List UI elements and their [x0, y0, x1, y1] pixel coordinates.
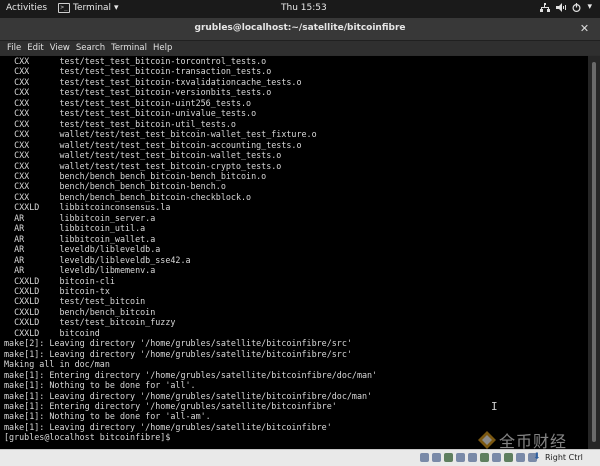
power-icon	[572, 2, 581, 12]
mouse-ibeam-cursor-icon: I	[491, 400, 498, 413]
chevron-down-icon: ▾	[114, 3, 119, 13]
terminal-window: grubles@localhost:~/satellite/bitcoinfib…	[0, 18, 600, 449]
watermark-logo-icon	[478, 431, 496, 449]
terminal-line: AR leveldb/libleveldb.a	[4, 244, 161, 255]
audio-icon[interactable]	[444, 453, 453, 462]
terminal-line: AR libbitcoin_util.a	[4, 223, 146, 234]
terminal-line: CXXLD bench/bench_bitcoin	[4, 306, 156, 317]
menu-search[interactable]: Search	[73, 41, 108, 55]
system-tray[interactable]: ▾	[540, 2, 592, 12]
terminal-line: CXX wallet/test/test_test_bitcoin-wallet…	[4, 129, 317, 140]
vbox-status-bar: ⬇ Right Ctrl	[0, 449, 600, 466]
menu-terminal[interactable]: Terminal	[108, 41, 150, 55]
host-key-label: Right Ctrl	[545, 453, 583, 462]
terminal-line: Making all in doc/man	[4, 359, 110, 370]
gnome-top-bar: Activities >_ Terminal ▾ Thu 15:53 ▾	[0, 0, 600, 18]
terminal-line: CXX wallet/test/test_test_bitcoin-wallet…	[4, 150, 282, 161]
menu-bar: File Edit View Search Terminal Help	[0, 41, 600, 55]
terminal-line: CXX bench/bench_bench_bitcoin-checkblock…	[4, 191, 252, 202]
cpu-icon[interactable]	[516, 453, 525, 462]
menu-view[interactable]: View	[47, 41, 73, 55]
keyboard-capture-icon[interactable]: ⬇	[533, 452, 541, 462]
terminal-line: CXX test/test_test_bitcoin-torcontrol_te…	[4, 56, 267, 66]
terminal-line: CXX test/test_test_bitcoin-transaction_t…	[4, 66, 272, 77]
app-menu-label: Terminal	[73, 3, 112, 13]
scrollbar-thumb[interactable]	[592, 62, 596, 442]
tray-chevron-down-icon: ▾	[587, 2, 592, 12]
terminal-line: CXX bench/bench_bench_bitcoin-bench.o	[4, 181, 226, 192]
terminal-line: make[1]: Leaving directory '/home/gruble…	[4, 421, 332, 432]
terminal-line: CXX wallet/test/test_test_bitcoin-crypto…	[4, 160, 282, 171]
hard-disk-icon[interactable]	[420, 453, 429, 462]
terminal-line: make[1]: Nothing to be done for 'all-am'…	[4, 411, 211, 422]
terminal-line: AR libbitcoin_server.a	[4, 212, 156, 223]
window-titlebar[interactable]: grubles@localhost:~/satellite/bitcoinfib…	[0, 18, 600, 41]
app-menu[interactable]: >_ Terminal ▾	[58, 3, 119, 13]
terminal-line: CXXLD bitcoin-cli	[4, 275, 115, 286]
menu-help[interactable]: Help	[150, 41, 175, 55]
terminal-line: make[1]: Leaving directory '/home/gruble…	[4, 390, 373, 401]
terminal-line: make[1]: Nothing to be done for 'all'.	[4, 380, 196, 391]
terminal-app-icon: >_	[58, 3, 70, 13]
terminal-line: [grubles@localhost bitcoinfibre]$	[4, 432, 176, 443]
terminal-line: AR leveldb/libleveldb_sse42.a	[4, 254, 191, 265]
terminal-text[interactable]: CXX test/test_test_bitcoin-torcontrol_te…	[0, 56, 588, 443]
terminal-line: make[1]: Entering directory '/home/grubl…	[4, 369, 378, 380]
window-title: grubles@localhost:~/satellite/bitcoinfib…	[194, 23, 406, 33]
terminal-line: make[1]: Leaving directory '/home/gruble…	[4, 348, 352, 359]
terminal-line: CXXLD bitcoind	[4, 327, 100, 338]
terminal-line: CXXLD test/test_bitcoin	[4, 296, 146, 307]
clock[interactable]: Thu 15:53	[281, 3, 327, 13]
terminal-line: CXX bench/bench_bench_bitcoin-bench_bitc…	[4, 170, 267, 181]
terminal-output[interactable]: CXX test/test_test_bitcoin-torcontrol_te…	[0, 56, 588, 449]
network-adapter-icon[interactable]	[456, 453, 465, 462]
usb-icon[interactable]	[468, 453, 477, 462]
menu-edit[interactable]: Edit	[24, 41, 46, 55]
network-icon	[540, 2, 551, 12]
terminal-line: CXXLD bitcoin-tx	[4, 285, 110, 296]
terminal-line: CXX test/test_test_bitcoin-univalue_test…	[4, 108, 257, 119]
optical-drive-icon[interactable]	[432, 453, 441, 462]
volume-icon	[556, 2, 567, 12]
terminal-line: AR libbitcoin_wallet.a	[4, 233, 156, 244]
display-icon[interactable]	[492, 453, 501, 462]
terminal-line: make[2]: Leaving directory '/home/gruble…	[4, 338, 352, 349]
terminal-line: CXX test/test_test_bitcoin-uint256_tests…	[4, 97, 252, 108]
terminal-line: make[1]: Entering directory '/home/grubl…	[4, 400, 337, 411]
shared-folder-icon[interactable]	[480, 453, 489, 462]
close-icon: ✕	[579, 22, 590, 35]
terminal-line: CXX test/test_test_bitcoin-versionbits_t…	[4, 87, 272, 98]
terminal-line: CXX wallet/test/test_test_bitcoin-accoun…	[4, 139, 302, 150]
activities-button[interactable]: Activities	[6, 3, 47, 13]
terminal-line: CXXLD test/test_bitcoin_fuzzy	[4, 317, 176, 328]
terminal-line: CXXLD libbitcoinconsensus.la	[4, 202, 171, 213]
terminal-scrollbar[interactable]	[588, 56, 600, 449]
vbox-device-icons	[420, 453, 537, 462]
terminal-line: CXX test/test_test_bitcoin-txvalidationc…	[4, 76, 302, 87]
terminal-line: CXX test/test_test_bitcoin-util_tests.o	[4, 118, 236, 129]
terminal-line: AR leveldb/libmemenv.a	[4, 265, 156, 276]
recording-icon[interactable]	[504, 453, 513, 462]
menu-file[interactable]: File	[4, 41, 24, 55]
close-button[interactable]: ✕	[578, 22, 591, 35]
